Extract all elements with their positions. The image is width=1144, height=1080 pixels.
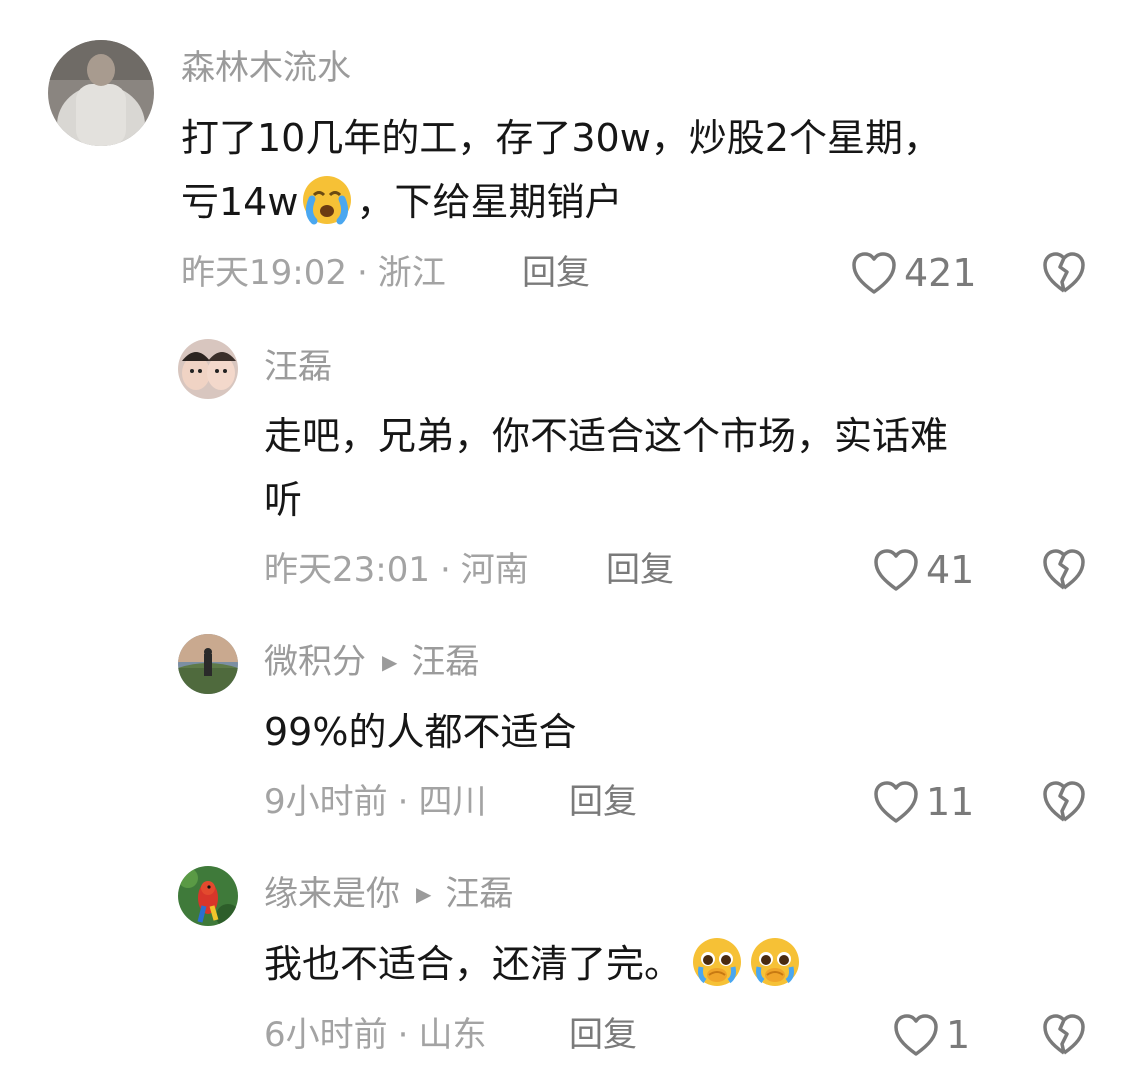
crying-face-emoji-icon	[300, 173, 354, 227]
triangle-right-icon: ▶	[416, 882, 432, 906]
comment-location: 河南	[460, 550, 529, 590]
comment-time: 昨天19:02	[181, 253, 347, 293]
avatar[interactable]	[48, 40, 154, 146]
like-button[interactable]: 11	[872, 777, 974, 827]
dislike-button[interactable]	[1041, 250, 1087, 296]
reply-button[interactable]: 回复	[569, 782, 637, 822]
comment-location: 山东	[418, 1015, 487, 1055]
author-name[interactable]: 森林木流水	[181, 48, 351, 88]
comment-author[interactable]: 森林木流水	[181, 48, 351, 88]
avatar[interactable]	[178, 634, 238, 694]
comment-text-line: 99%的人都不适合	[264, 710, 577, 754]
heart-outline-icon	[894, 1014, 938, 1056]
reply-button[interactable]: 回复	[522, 253, 590, 293]
pleading-face-emoji-icon	[748, 935, 802, 989]
comment-time: 6小时前	[264, 1015, 388, 1055]
comment-author[interactable]: 微积分 ▶ 汪磊	[264, 642, 479, 682]
dislike-button[interactable]	[1041, 779, 1087, 825]
triangle-right-icon: ▶	[382, 650, 398, 674]
broken-heart-icon	[1043, 549, 1085, 590]
like-count: 1	[946, 1013, 971, 1057]
comment-text: 我也不适合，还清了完。	[264, 932, 804, 996]
comment-meta: 昨天23:01 · 河南	[264, 550, 529, 590]
heart-outline-icon	[852, 252, 896, 294]
author-name[interactable]: 汪磊	[264, 347, 332, 387]
comment-text-line: 听	[264, 478, 303, 522]
like-count: 421	[904, 251, 977, 295]
meta-separator: ·	[397, 782, 409, 822]
avatar[interactable]	[178, 339, 238, 399]
broken-heart-icon	[1043, 252, 1085, 293]
pleading-face-emoji-icon	[690, 935, 744, 989]
dislike-button[interactable]	[1041, 547, 1087, 593]
comment-meta: 6小时前 · 山东	[264, 1015, 486, 1055]
like-count: 11	[926, 780, 975, 824]
broken-heart-icon	[1043, 781, 1085, 822]
comment-text: 打了10几年的工，存了30w，炒股2个星期， 亏14w ，下给星期销户	[181, 106, 941, 234]
reply-button[interactable]: 回复	[606, 550, 674, 590]
author-name[interactable]: 微积分	[264, 642, 366, 682]
meta-separator: ·	[356, 253, 368, 293]
comment-author[interactable]: 汪磊	[264, 347, 332, 387]
comment-author[interactable]: 缘来是你 ▶ 汪磊	[264, 874, 513, 914]
like-button[interactable]: 1	[892, 1010, 970, 1060]
broken-heart-icon	[1043, 1014, 1085, 1055]
comment-time: 昨天23:01	[264, 550, 430, 590]
comment-meta: 昨天19:02 · 浙江	[181, 253, 446, 293]
reply-button[interactable]: 回复	[569, 1015, 637, 1055]
comment-location: 四川	[418, 782, 487, 822]
like-count: 41	[926, 548, 975, 592]
author-name[interactable]: 缘来是你	[264, 874, 400, 914]
comment-time: 9小时前	[264, 782, 388, 822]
comment-text-line: 我也不适合，还清了完。	[264, 932, 804, 996]
reply-to-name[interactable]: 汪磊	[411, 642, 479, 682]
comment-text-line: 走吧，兄弟，你不适合这个市场，实话难	[264, 414, 949, 458]
like-button[interactable]: 421	[850, 248, 977, 298]
comment-text-line: 打了10几年的工，存了30w，炒股2个星期，	[181, 116, 941, 160]
comment-text-line: 亏14w ，下给星期销户	[181, 170, 941, 234]
dislike-button[interactable]	[1041, 1012, 1087, 1058]
heart-outline-icon	[874, 781, 918, 823]
reply-to-name[interactable]: 汪磊	[445, 874, 513, 914]
comment-location: 浙江	[377, 253, 446, 293]
meta-separator: ·	[439, 550, 451, 590]
meta-separator: ·	[397, 1015, 409, 1055]
comment-meta: 9小时前 · 四川	[264, 782, 486, 822]
like-button[interactable]: 41	[872, 545, 974, 595]
comment-text: 走吧，兄弟，你不适合这个市场，实话难 听	[264, 404, 948, 532]
comment-text: 99%的人都不适合	[264, 700, 576, 764]
heart-outline-icon	[874, 549, 918, 591]
avatar[interactable]	[178, 866, 238, 926]
